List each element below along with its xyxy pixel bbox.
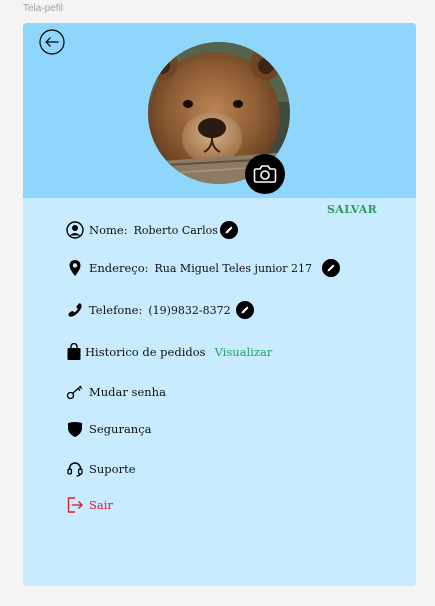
camera-icon (253, 165, 277, 183)
profile-card: SALVAR Nome: Roberto Carlos Endereço: Ru… (23, 23, 416, 586)
support-label: Suporte (89, 462, 136, 476)
phone-icon (68, 303, 82, 317)
change-photo-button[interactable] (245, 154, 285, 194)
arrow-left-circle-icon[interactable] (39, 29, 65, 55)
change-password-label: Mudar senha (89, 385, 166, 399)
headset-icon (67, 462, 83, 477)
shopping-bag-icon (67, 343, 81, 360)
address-label: Endereço: (89, 261, 149, 275)
logout-item[interactable]: Sair (66, 496, 113, 514)
orders-row: Historico de pedidos Visualizar (66, 343, 272, 361)
phone-row: Telefone: (19)9832-8372 (66, 301, 254, 319)
key-icon (66, 385, 83, 400)
save-button[interactable]: SALVAR (327, 203, 377, 216)
name-label: Nome: (89, 223, 128, 237)
phone-label: Telefone: (89, 303, 143, 317)
location-pin-icon (69, 260, 81, 276)
address-row: Endereço: Rua Miguel Teles junior 217 (66, 259, 341, 277)
edit-address-icon[interactable] (322, 259, 341, 277)
edit-phone-icon[interactable] (235, 301, 254, 319)
shield-icon (68, 422, 82, 437)
security-label: Segurança (89, 422, 152, 436)
name-row: Nome: Roberto Carlos (66, 221, 238, 239)
support-item[interactable]: Suporte (66, 460, 136, 478)
view-orders-link[interactable]: Visualizar (215, 345, 273, 359)
security-item[interactable]: Segurança (66, 420, 152, 438)
user-circle-icon (66, 221, 84, 239)
address-value: Rua Miguel Teles junior 217 (154, 261, 313, 275)
frame-title: Tela-pefil (23, 3, 64, 14)
edit-name-icon[interactable] (219, 221, 238, 239)
orders-label: Historico de pedidos (85, 345, 206, 359)
logout-icon (67, 497, 83, 513)
phone-value: (19)9832-8372 (148, 303, 231, 317)
logout-label: Sair (89, 498, 113, 512)
change-password-item[interactable]: Mudar senha (66, 384, 166, 400)
name-value: Roberto Carlos (133, 223, 218, 237)
